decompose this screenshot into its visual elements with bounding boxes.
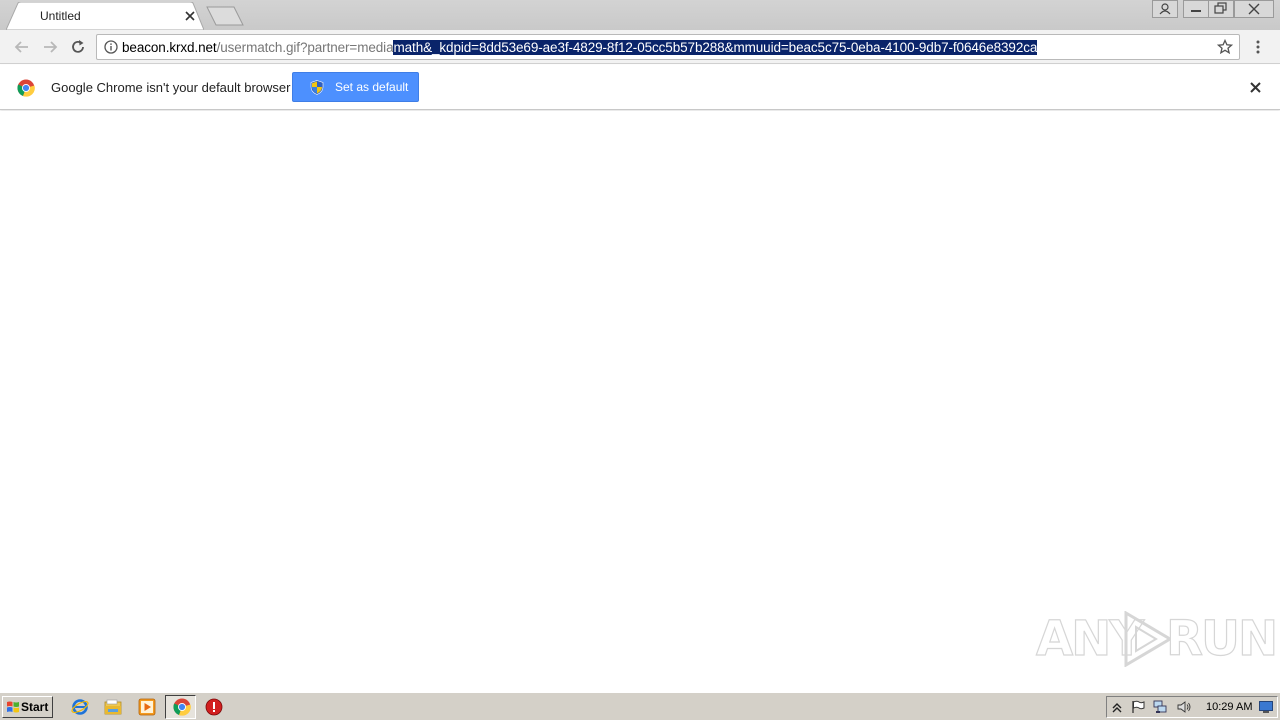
start-button[interactable]: Start [2,696,53,718]
window-close-icon[interactable] [1234,0,1274,18]
tab-untitled[interactable]: Untitled [6,2,204,30]
chrome-taskbar-icon [173,698,191,716]
page-content: ANY RUN [0,111,1280,692]
taskbar-chrome-button[interactable] [165,695,196,719]
url-text[interactable]: beacon.krxd.net/usermatch.gif?partner=me… [122,40,1037,55]
chrome-menu-icon[interactable] [1251,38,1265,56]
set-as-default-label: Set as default [335,80,409,94]
show-hidden-icons-icon[interactable] [1110,700,1124,714]
forward-arrow-icon[interactable] [41,38,59,56]
infobar-close-icon[interactable] [1249,81,1262,94]
start-label: Start [21,700,49,714]
profile-icon[interactable] [1152,0,1178,18]
show-desktop-icon[interactable] [1259,700,1273,714]
media-player-icon[interactable] [138,698,156,716]
uac-shield-icon [310,80,324,95]
windows-logo-icon [7,701,19,713]
watermark-text-right: RUN [1165,610,1278,667]
chrome-logo-icon [17,79,35,97]
bookmark-star-icon[interactable] [1217,39,1233,55]
tab-title: Untitled [40,9,81,23]
address-bar[interactable]: beacon.krxd.net/usermatch.gif?partner=me… [96,34,1240,60]
minimize-icon[interactable] [1183,0,1209,18]
file-explorer-icon[interactable] [104,698,122,716]
info-icon[interactable] [104,40,118,54]
taskbar: Start 10:29 AM [0,692,1280,720]
new-tab-button[interactable] [206,6,244,26]
url-host: beacon.krxd.net [122,40,217,55]
reload-icon[interactable] [69,38,87,56]
browser-toolbar: beacon.krxd.net/usermatch.gif?partner=me… [0,30,1280,64]
volume-icon[interactable] [1177,700,1191,714]
url-selection: math&_kdpid=8dd53e69-ae3f-4829-8f12-05cc… [393,40,1038,55]
infobar-message: Google Chrome isn't your default browser [51,80,291,95]
tab-close-icon[interactable] [183,9,197,23]
default-browser-infobar: Google Chrome isn't your default browser… [0,65,1280,110]
anyrun-watermark: ANY RUN [1035,607,1278,667]
restore-icon[interactable] [1208,0,1234,18]
title-bar: Untitled [0,0,1280,30]
action-center-flag-icon[interactable] [1131,700,1145,714]
network-icon[interactable] [1153,700,1167,714]
url-path: /usermatch.gif?partner=media [216,40,394,55]
back-arrow-icon[interactable] [13,38,31,56]
stop-sign-icon[interactable] [205,698,223,716]
clock[interactable]: 10:29 AM [1206,701,1252,713]
tab-shape [6,2,204,30]
system-tray: 10:29 AM [1106,696,1278,718]
internet-explorer-icon[interactable] [71,698,89,716]
set-as-default-button[interactable]: Set as default [292,72,419,102]
